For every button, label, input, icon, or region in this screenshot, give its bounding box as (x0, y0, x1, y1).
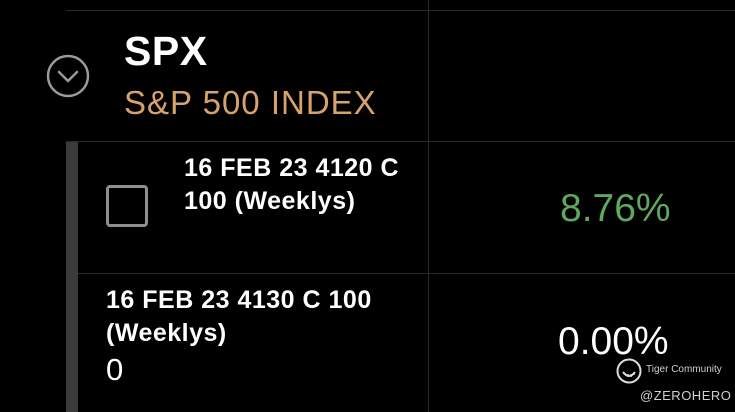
option-contract-label: 16 FEB 23 4120 C 100 (Weeklys) (184, 152, 399, 218)
watermark: Tiger Community @ZEROHERO (614, 358, 732, 404)
position-quantity: 0 (106, 352, 124, 387)
watermark-brand: Tiger Community (646, 364, 722, 375)
percent-change: 8.76% (560, 187, 671, 230)
index-name: S&P 500 INDEX (124, 84, 377, 121)
option-contract-line2: 100 (Weeklys) (184, 187, 356, 215)
option-contract-line1: 16 FEB 23 4130 C 100 (106, 286, 372, 314)
row-select-checkbox[interactable] (106, 185, 148, 227)
tiger-logo-icon (616, 358, 642, 384)
chevron-down-circle-icon (46, 54, 90, 98)
option-contract-line2: (Weeklys) (106, 319, 227, 347)
option-contract-label: 16 FEB 23 4130 C 100 (Weeklys) (106, 284, 372, 350)
option-contract-line1: 16 FEB 23 4120 C (184, 154, 400, 182)
row-divider (78, 273, 735, 274)
header-divider (66, 141, 735, 142)
top-divider (66, 10, 735, 11)
ticker-symbol: SPX (124, 28, 208, 74)
expand-collapse-button[interactable] (46, 54, 90, 98)
watermark-handle: @ZEROHERO (640, 388, 732, 403)
group-indicator-bar (66, 142, 78, 412)
column-divider (428, 0, 429, 412)
